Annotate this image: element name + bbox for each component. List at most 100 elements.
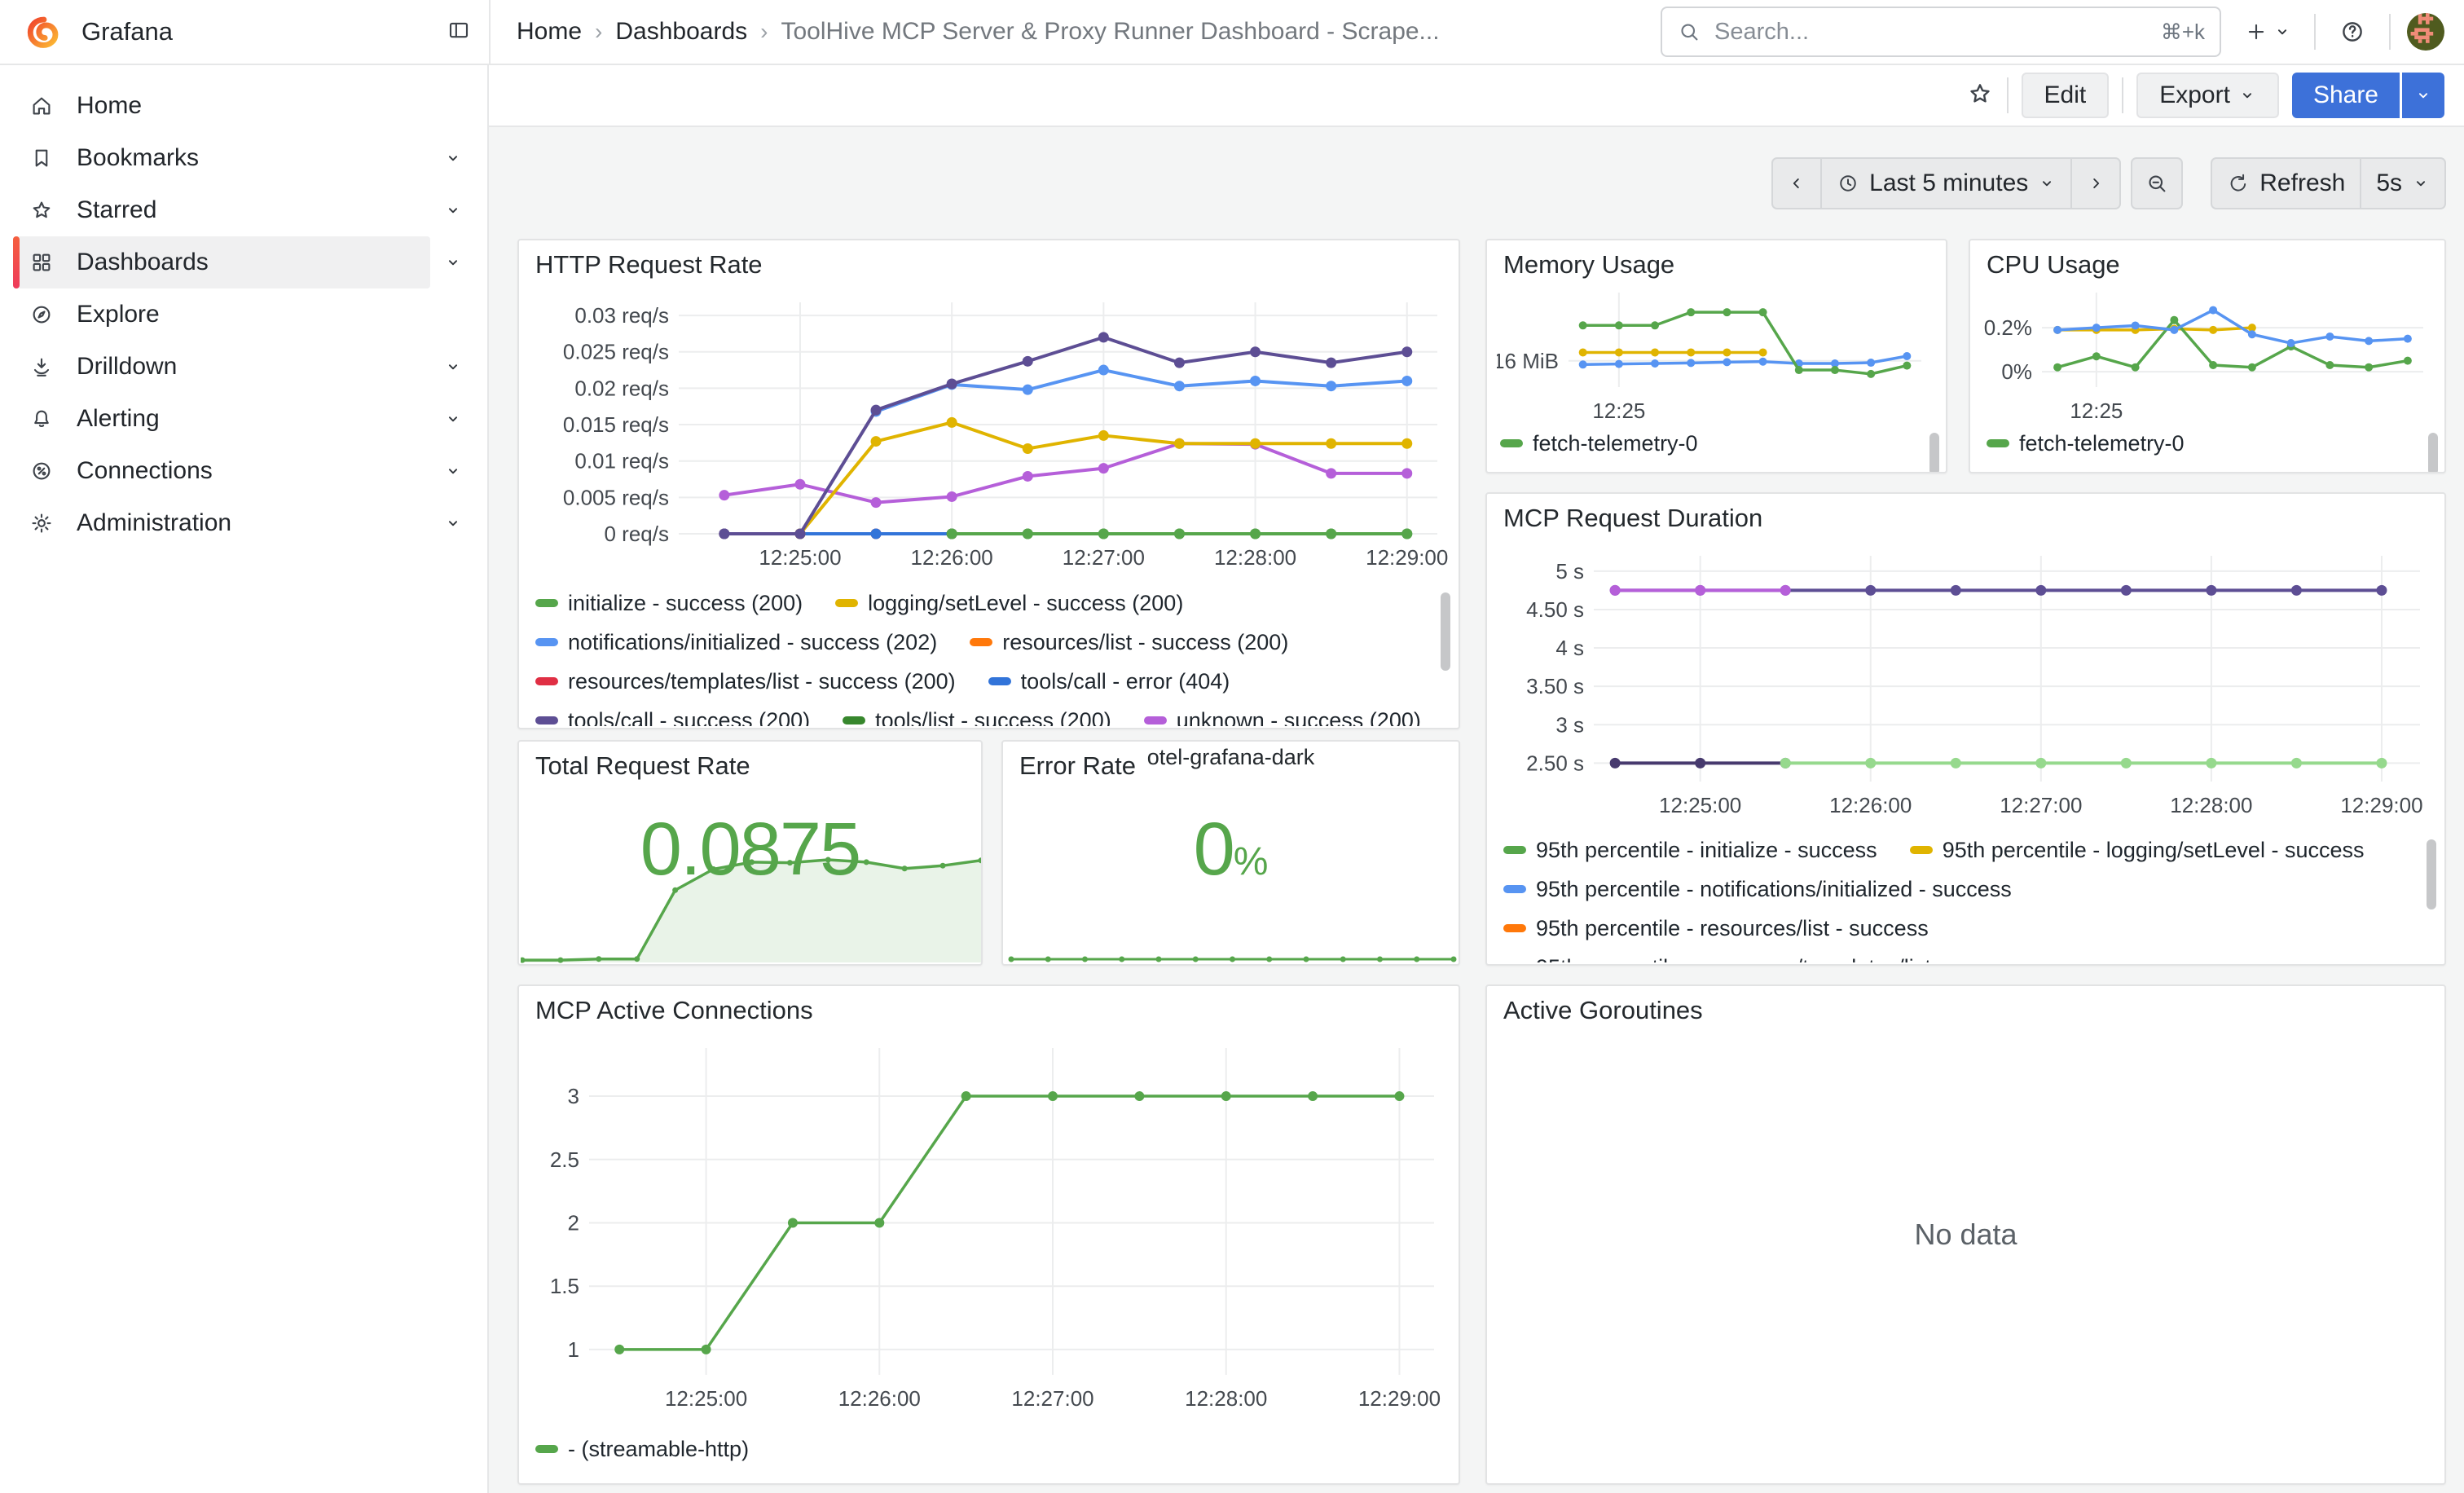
- svg-text:12:28:00: 12:28:00: [2170, 793, 2252, 817]
- legend-item[interactable]: resources/list - success (200): [970, 630, 1288, 655]
- sidebar-link-home[interactable]: Home: [13, 80, 476, 132]
- sidebar-expand-connections[interactable]: [430, 445, 476, 497]
- legend-swatch: [535, 599, 558, 607]
- connections-legend: - (streamable-http): [535, 1435, 1434, 1471]
- legend-label: 95th percentile - resources/templates/li…: [1536, 955, 2030, 963]
- legend-item[interactable]: logging/setLevel - success (200): [835, 591, 1183, 616]
- svg-text:2.5: 2.5: [550, 1147, 579, 1172]
- edit-button[interactable]: Edit: [2022, 73, 2110, 118]
- svg-text:12:26:00: 12:26:00: [838, 1386, 921, 1411]
- legend-item[interactable]: 95th percentile - logging/setLevel - suc…: [1910, 838, 2365, 863]
- sidebar-expand-alerting[interactable]: [430, 393, 476, 445]
- legend-item[interactable]: 95th percentile - notifications/initiali…: [1503, 877, 2012, 902]
- legend-item[interactable]: notifications/initialized - success (202…: [535, 630, 937, 655]
- legend-item[interactable]: fetch-telemetry-0: [1500, 431, 1698, 456]
- panel-http-request-rate: HTTP Request Rate 0 req/s0.005 req/s0.01…: [517, 239, 1460, 729]
- dashboard-content: Last 5 minutes Refresh 5s: [489, 127, 2464, 1493]
- sidebar-expand-dashboards[interactable]: [430, 236, 476, 288]
- legend-scrollbar[interactable]: [2428, 433, 2438, 473]
- refresh-group: Refresh 5s: [2211, 157, 2446, 209]
- chevron-down-icon: [2273, 23, 2291, 41]
- legend-swatch: [1503, 885, 1526, 893]
- time-range-picker[interactable]: Last 5 minutes: [1820, 159, 2070, 208]
- legend-item[interactable]: 95th percentile - initialize - success: [1503, 838, 1877, 863]
- sidebar-item-dashboards: Dashboards: [13, 236, 476, 288]
- connections-icon: [29, 459, 54, 483]
- sidebar-link-drilldown[interactable]: Drilldown: [13, 341, 430, 393]
- svg-text:0.005 req/s: 0.005 req/s: [563, 485, 669, 509]
- bookmarks-icon: [29, 146, 54, 170]
- legend-swatch: [535, 677, 558, 685]
- datasource-overlay-label: otel-grafana-dark: [1001, 745, 1460, 770]
- sidebar-expand-drilldown[interactable]: [430, 341, 476, 393]
- sidebar-item-label: Explore: [77, 301, 160, 328]
- sidebar-expand-administration[interactable]: [430, 497, 476, 549]
- sidebar-link-starred[interactable]: Starred: [13, 184, 430, 236]
- search-box[interactable]: ⌘+k: [1661, 7, 2221, 57]
- export-button[interactable]: Export: [2136, 73, 2279, 118]
- search-input[interactable]: [1713, 18, 2149, 46]
- panel-title: CPU Usage: [1987, 250, 2120, 280]
- breadcrumb-item[interactable]: Home: [517, 18, 582, 46]
- legend-item[interactable]: tools/list - success (200): [843, 708, 1111, 727]
- legend-label: tools/call - error (404): [1021, 669, 1230, 694]
- sidebar-expand-bookmarks[interactable]: [430, 132, 476, 184]
- sidebar-link-administration[interactable]: Administration: [13, 497, 430, 549]
- cpu-usage-chart: 0.2%0%12:25: [1983, 284, 2435, 421]
- legend-item[interactable]: - (streamable-http): [535, 1437, 749, 1462]
- favorite-star-button[interactable]: [1966, 80, 1994, 112]
- zoom-out-button[interactable]: [2131, 157, 2183, 209]
- total-request-rate-sparkline: [521, 837, 983, 966]
- chevron-right-icon: [2087, 174, 2105, 192]
- sidebar: HomeBookmarksStarredDashboards Explore Dri…: [0, 65, 489, 1493]
- legend-item[interactable]: 95th percentile - resources/list - succe…: [1503, 916, 1929, 941]
- sidebar-link-connections[interactable]: Connections: [13, 445, 430, 497]
- time-forward-button[interactable]: [2070, 159, 2119, 208]
- legend-swatch: [1503, 846, 1526, 854]
- legend-item[interactable]: initialize - success (200): [535, 591, 803, 616]
- legend-item[interactable]: tools/call - success (200): [535, 708, 810, 727]
- legend-item[interactable]: 95th percentile - resources/templates/li…: [1503, 955, 2030, 963]
- user-avatar[interactable]: [2407, 13, 2444, 51]
- svg-text:12:29:00: 12:29:00: [1366, 545, 1448, 570]
- legend-scrollbar[interactable]: [1441, 592, 1450, 671]
- refresh-interval-picker[interactable]: 5s: [2360, 159, 2444, 208]
- sidebar-link-alerting[interactable]: Alerting: [13, 393, 430, 445]
- refresh-button[interactable]: Refresh: [2212, 159, 2360, 208]
- legend-item[interactable]: fetch-telemetry-0: [1987, 431, 2185, 456]
- chevron-down-icon: [444, 410, 462, 428]
- breadcrumb-item[interactable]: Dashboards: [615, 18, 747, 46]
- help-icon: [2339, 18, 2366, 46]
- add-new-button[interactable]: [2237, 7, 2298, 57]
- panel-title: MCP Active Connections: [535, 996, 813, 1025]
- zoom-out-icon: [2145, 171, 2169, 196]
- legend-item[interactable]: unknown - success (200): [1144, 708, 1421, 727]
- time-controls: Last 5 minutes Refresh 5s: [1771, 157, 2446, 209]
- legend-scrollbar[interactable]: [2427, 839, 2436, 909]
- sidebar-expand-starred[interactable]: [430, 184, 476, 236]
- sidebar-link-dashboards[interactable]: Dashboards: [13, 236, 430, 288]
- share-button[interactable]: Share: [2292, 73, 2400, 118]
- svg-text:12:27:00: 12:27:00: [2000, 793, 2082, 817]
- svg-text:16 MiB: 16 MiB: [1497, 349, 1559, 373]
- legend-scrollbar[interactable]: [1929, 433, 1939, 473]
- svg-text:0.025 req/s: 0.025 req/s: [563, 340, 669, 364]
- sidebar-item-drilldown: Drilldown: [13, 341, 476, 393]
- sidebar-item-administration: Administration: [13, 497, 476, 549]
- share-menu-button[interactable]: [2402, 73, 2444, 118]
- svg-text:4.50 s: 4.50 s: [1526, 597, 1584, 622]
- sidebar-toggle-button[interactable]: [447, 18, 471, 46]
- chevron-down-icon: [444, 358, 462, 376]
- sidebar-item-label: Connections: [77, 457, 213, 485]
- time-back-button[interactable]: [1773, 159, 1820, 208]
- panel-title: Total Request Rate: [535, 751, 750, 781]
- sidebar-link-bookmarks[interactable]: Bookmarks: [13, 132, 430, 184]
- sidebar-link-explore[interactable]: Explore: [13, 288, 476, 341]
- chevron-down-icon: [444, 253, 462, 271]
- help-button[interactable]: [2332, 7, 2373, 57]
- svg-text:12:26:00: 12:26:00: [911, 545, 993, 570]
- legend-item[interactable]: tools/call - error (404): [988, 669, 1230, 694]
- legend-label: initialize - success (200): [568, 591, 803, 616]
- svg-text:2: 2: [568, 1210, 579, 1235]
- legend-item[interactable]: resources/templates/list - success (200): [535, 669, 956, 694]
